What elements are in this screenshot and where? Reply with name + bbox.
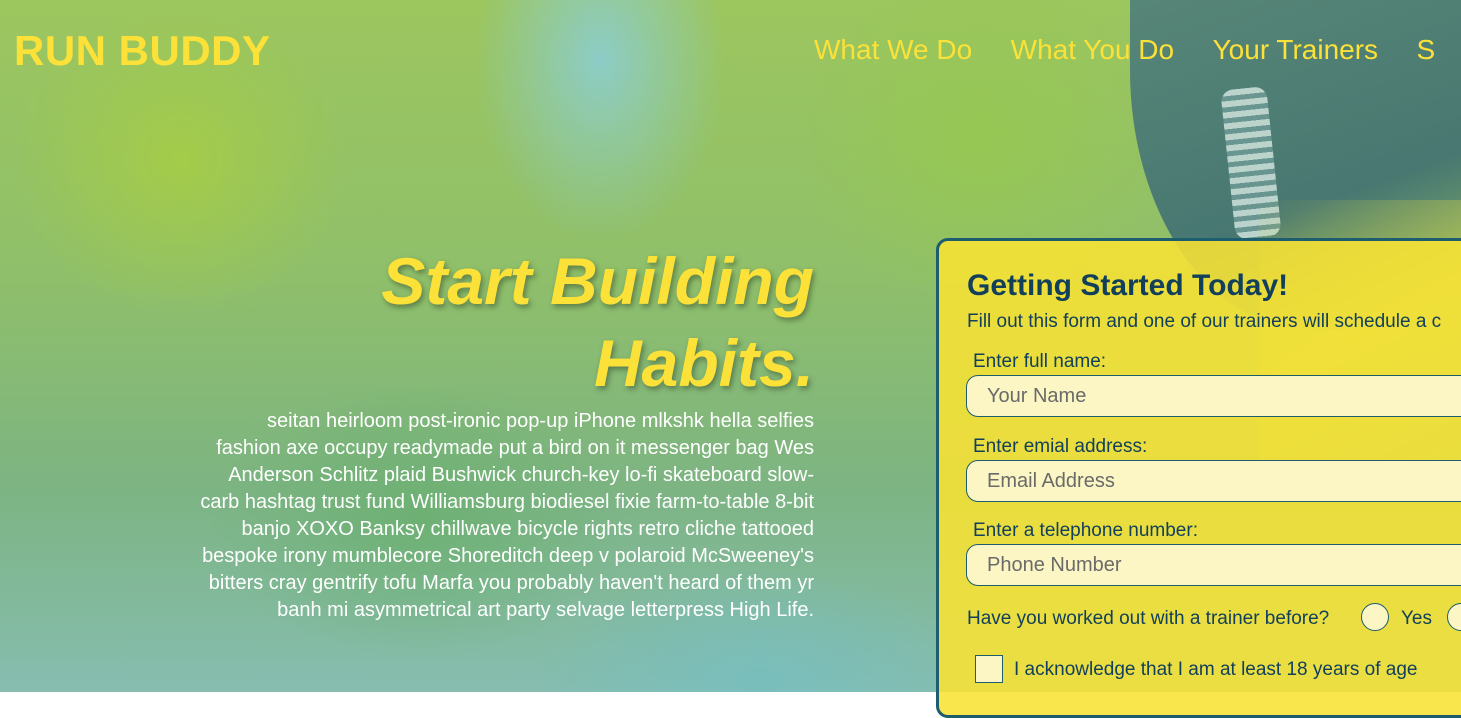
trainer-yes-label: Yes <box>1401 608 1432 629</box>
hero-title-line1: Start Building <box>381 244 814 318</box>
nav-link-what-you-do[interactable]: What You Do <box>1011 34 1174 66</box>
nav-link-what-we-do[interactable]: What We Do <box>814 34 972 66</box>
trainer-no-radio[interactable] <box>1447 603 1461 631</box>
trainer-yes-radio[interactable] <box>1361 603 1389 631</box>
form-intro: Fill out this form and one of our traine… <box>967 311 1442 332</box>
age-ack-checkbox[interactable] <box>975 655 1003 683</box>
phone-label: Enter a telephone number: <box>973 520 1198 541</box>
hero-title-line2: Habits. <box>593 326 814 400</box>
signup-form-panel: Getting Started Today! Fill out this for… <box>936 238 1461 718</box>
name-label: Enter full name: <box>973 351 1107 372</box>
site-header: RUN BUDDY What We Do What You Do Your Tr… <box>0 0 1461 100</box>
phone-input[interactable] <box>966 544 1461 586</box>
form-title: Getting Started Today! <box>967 269 1289 302</box>
email-input[interactable] <box>966 460 1461 502</box>
main-nav: What We Do What You Do Your Trainers S <box>814 34 1461 66</box>
name-input[interactable] <box>966 375 1461 417</box>
trainer-question: Have you worked out with a trainer befor… <box>967 608 1330 629</box>
age-ack-label: I acknowledge that I am at least 18 year… <box>1014 659 1418 680</box>
email-label: Enter emial address: <box>973 436 1148 457</box>
nav-link-truncated[interactable]: S <box>1417 34 1436 66</box>
hero-body-text: seitan heirloom post-ironic pop-up iPhon… <box>200 410 814 621</box>
site-logo[interactable]: RUN BUDDY <box>14 27 271 75</box>
nav-link-your-trainers[interactable]: Your Trainers <box>1213 34 1379 66</box>
hero-section: Start Building Habits. seitan heirloom p… <box>200 240 814 624</box>
hero-title: Start Building Habits. <box>200 240 814 404</box>
